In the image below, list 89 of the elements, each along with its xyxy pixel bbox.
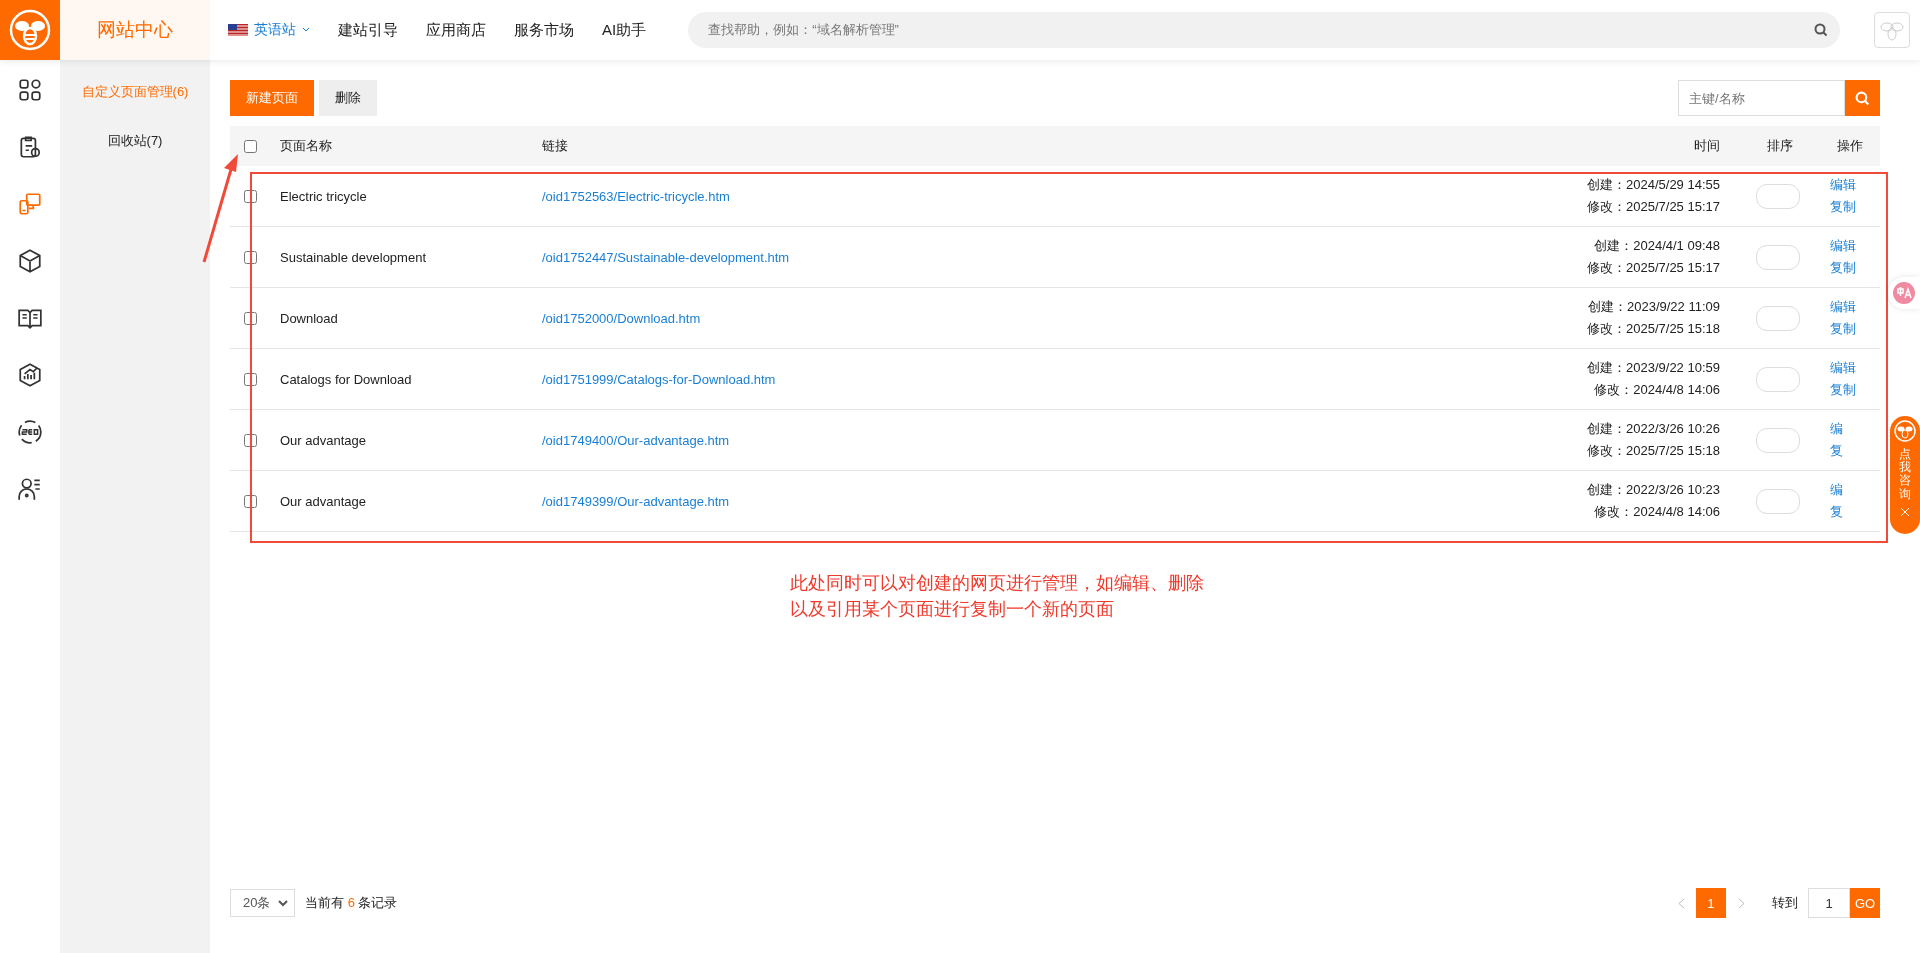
checkbox[interactable] (244, 250, 257, 264)
checkbox[interactable] (244, 494, 257, 508)
action-link[interactable]: 复制 (1830, 198, 1880, 216)
flag-icon (228, 24, 248, 36)
column-header: 链接 (542, 137, 569, 155)
action-link[interactable]: 复 (1830, 503, 1880, 521)
nav-rail-icon[interactable] (17, 476, 43, 502)
created-time: 创建：2023/9/22 11:09 (1588, 298, 1720, 316)
new-page-button[interactable]: 新建页面 (230, 80, 314, 116)
modified-time: 修改：2025/7/25 15:17 (1587, 198, 1720, 216)
nav-rail-icon[interactable] (17, 77, 43, 103)
page-name: Sustainable development (280, 249, 427, 265)
record-count: 当前有 6 条记录 (305, 894, 398, 912)
checkbox[interactable] (244, 139, 257, 153)
collapse-icon[interactable] (1900, 506, 1910, 517)
checkbox[interactable] (244, 311, 257, 325)
action-link[interactable]: 编辑 (1830, 176, 1880, 194)
modified-time: 修改：2025/7/25 15:18 (1587, 320, 1720, 338)
sort-field[interactable] (1756, 244, 1800, 270)
page-name: Our advantage (280, 493, 367, 509)
bee-icon (1894, 420, 1916, 442)
nav-rail-icon[interactable] (17, 419, 43, 445)
action-link[interactable]: 复 (1830, 442, 1880, 460)
help-search-field[interactable]: 查找帮助，例如：“域名解析管理” (688, 12, 1841, 48)
created-time: 创建：2022/3/26 10:23 (1587, 481, 1720, 499)
checkbox[interactable] (244, 433, 257, 447)
chevron-down-icon (302, 27, 310, 33)
nav-rail-icon[interactable] (17, 134, 43, 160)
sort-field[interactable] (1756, 305, 1800, 331)
page-number-field[interactable]: 1 (1808, 888, 1850, 918)
chevron-down-icon (278, 899, 288, 907)
page-button[interactable]: 1 (1696, 888, 1726, 918)
page-link[interactable]: /oid1752000/Download.htm (542, 310, 701, 326)
page-link[interactable]: /oid1752563/Electric-tricycle.htm (542, 188, 730, 204)
action-link[interactable]: 编辑 (1830, 237, 1880, 255)
consult-widget[interactable]: 点我咨询 (1890, 416, 1920, 534)
column-header: 操作 (1836, 137, 1864, 155)
page-name: Download (280, 310, 339, 326)
sort-field[interactable] (1756, 427, 1800, 453)
page-link[interactable]: /oid1749400/Our-advantage.htm (542, 432, 730, 448)
created-time: 创建：2022/3/26 10:26 (1587, 420, 1720, 438)
action-link[interactable]: 编 (1830, 420, 1880, 438)
page-name: Our advantage (280, 432, 367, 448)
created-time: 创建：2024/4/1 09:48 (1594, 237, 1720, 255)
nav-link[interactable]: 服务市场 (514, 20, 574, 40)
search-button[interactable] (1845, 80, 1880, 116)
page-name: Electric tricycle (280, 188, 368, 204)
delete-button[interactable]: 删除 (319, 80, 377, 116)
action-link[interactable]: 编 (1830, 481, 1880, 499)
nav-link[interactable]: AI助手 (602, 20, 647, 40)
site-selector[interactable]: 英语站 (228, 21, 310, 39)
action-link[interactable]: 复制 (1830, 381, 1880, 399)
modified-time: 修改：2024/4/8 14:06 (1594, 381, 1720, 399)
goto-label: 转到 (1772, 894, 1798, 912)
action-link[interactable]: 编辑 (1830, 359, 1880, 377)
sort-field[interactable] (1756, 488, 1800, 514)
page-link[interactable]: /oid1752447/Sustainable-development.htm (542, 249, 790, 265)
modified-time: 修改：2025/7/25 15:18 (1587, 442, 1720, 460)
action-link[interactable]: 复制 (1830, 259, 1880, 277)
page-size-select[interactable]: 20条 (230, 889, 295, 917)
sidebar-item[interactable]: 回收站(7) (107, 132, 163, 150)
go-button[interactable]: GO (1850, 888, 1880, 918)
page-link[interactable]: /oid1751999/Catalogs-for-Download.htm (542, 371, 776, 387)
nav-rail-icon[interactable] (17, 362, 43, 388)
column-header: 时间 (1693, 137, 1721, 155)
nav-rail-icon[interactable] (17, 248, 43, 274)
keyword-field[interactable]: 主键/名称 (1678, 80, 1845, 116)
search-icon[interactable] (1814, 23, 1829, 37)
sidebar-item[interactable]: 自定义页面管理(6) (81, 83, 189, 101)
checkbox[interactable] (244, 372, 257, 386)
page-link[interactable]: /oid1749399/Our-advantage.htm (542, 493, 730, 509)
nav-link[interactable]: 建站引导 (338, 20, 398, 40)
search-icon (1855, 90, 1870, 106)
action-link[interactable]: 复制 (1830, 320, 1880, 338)
checkbox[interactable] (244, 189, 257, 203)
created-time: 创建：2023/9/22 10:59 (1587, 359, 1720, 377)
nav-link[interactable]: 应用商店 (426, 20, 486, 40)
action-link[interactable]: 编辑 (1830, 298, 1880, 316)
sort-field[interactable] (1756, 366, 1800, 392)
sort-field[interactable] (1756, 183, 1800, 209)
annotation-text: 此处同时可以对创建的网页进行管理，如编辑、删除 以及引用某个页面进行复制一个新的页面 (790, 572, 1205, 621)
created-time: 创建：2024/5/29 14:55 (1587, 176, 1720, 194)
modified-time: 修改：2025/7/25 15:17 (1587, 259, 1720, 277)
section-title: 网站中心 (60, 0, 210, 60)
column-header: 页面名称 (280, 137, 333, 155)
page-name: Catalogs for Download (280, 371, 413, 387)
translate-icon[interactable] (1888, 277, 1920, 309)
column-header: 排序 (1766, 137, 1794, 155)
modified-time: 修改：2024/4/8 14:06 (1594, 503, 1720, 521)
